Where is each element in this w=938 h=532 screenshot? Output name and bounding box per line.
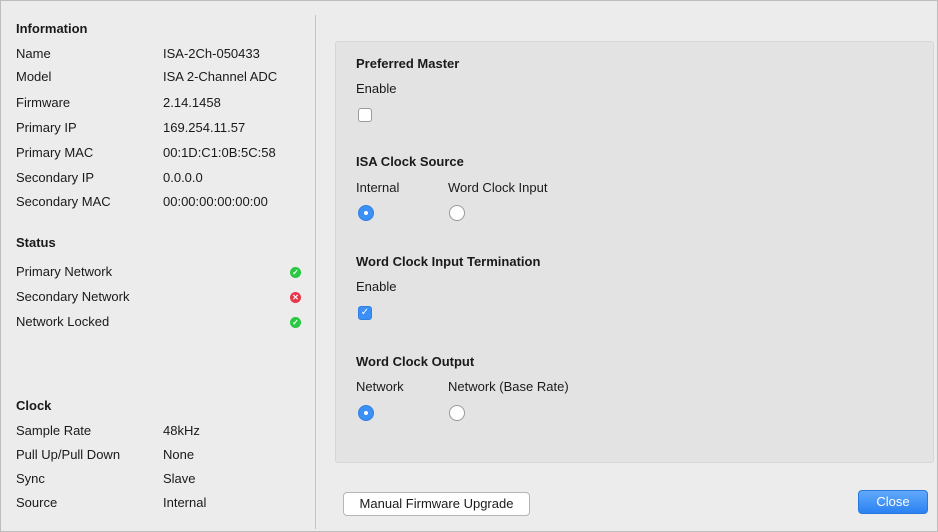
information-title: Information — [16, 21, 88, 36]
clock-label: Source — [16, 495, 58, 510]
clock-value: 48kHz — [163, 423, 200, 438]
termination-checkbox[interactable]: ✓ — [358, 306, 372, 320]
info-label: Firmware — [16, 95, 71, 110]
info-label: Secondary MAC — [16, 194, 111, 209]
clock-row-sync: Sync Slave — [16, 471, 306, 491]
clock-source-option-wordclock-label: Word Clock Input — [448, 180, 548, 195]
preferred-master-enable-label: Enable — [356, 81, 397, 96]
status-label: Network Locked — [16, 314, 110, 329]
clock-source-internal-radio[interactable] — [358, 205, 374, 221]
info-value: 00:1D:C1:0B:5C:58 — [163, 145, 276, 160]
clock-title: Clock — [16, 398, 52, 413]
status-ok-icon: ✓ — [290, 267, 301, 278]
word-clock-output-title: Word Clock Output — [356, 354, 475, 369]
info-row-primary-mac: Primary MAC 00:1D:C1:0B:5C:58 — [16, 145, 306, 165]
info-value: 00:00:00:00:00:00 — [163, 194, 268, 209]
info-label: Name — [16, 46, 51, 61]
word-clock-output-network-label: Network — [356, 379, 404, 394]
info-sidebar: Information Name ISA-2Ch-050433 Model IS… — [1, 1, 315, 531]
info-row-name: Name ISA-2Ch-050433 — [16, 46, 306, 66]
clock-label: Sample Rate — [16, 423, 92, 438]
clock-source-option-internal-label: Internal — [356, 180, 400, 195]
preferred-master-title: Preferred Master — [356, 56, 460, 71]
info-row-primary-ip: Primary IP 169.254.11.57 — [16, 120, 306, 140]
clock-value: Slave — [163, 471, 196, 486]
clock-source-title: ISA Clock Source — [356, 154, 464, 169]
status-label: Secondary Network — [16, 289, 130, 304]
preferred-master-checkbox[interactable] — [358, 108, 372, 122]
info-value: 169.254.11.57 — [163, 120, 246, 135]
status-row-primary-network: Primary Network ✓ — [16, 264, 306, 284]
termination-enable-label: Enable — [356, 279, 397, 294]
word-clock-output-base-rate-label: Network (Base Rate) — [448, 379, 569, 394]
clock-row-source: Source Internal — [16, 495, 306, 515]
status-row-network-locked: Network Locked ✓ — [16, 314, 306, 334]
info-label: Model — [16, 69, 52, 84]
status-row-secondary-network: Secondary Network ✕ — [16, 289, 306, 309]
info-row-secondary-mac: Secondary MAC 00:00:00:00:00:00 — [16, 194, 306, 214]
word-clock-output-network-radio[interactable] — [358, 405, 374, 421]
info-row-firmware: Firmware 2.14.1458 — [16, 95, 306, 115]
device-info-window: Information Name ISA-2Ch-050433 Model IS… — [0, 0, 938, 532]
info-row-secondary-ip: Secondary IP 0.0.0.0 — [16, 170, 306, 190]
status-title: Status — [16, 235, 56, 250]
info-label: Secondary IP — [16, 170, 95, 185]
status-label: Primary Network — [16, 264, 113, 279]
close-button[interactable]: Close — [858, 490, 928, 514]
status-error-icon: ✕ — [290, 292, 301, 303]
info-label: Primary IP — [16, 120, 77, 135]
clock-source-wordclock-radio[interactable] — [449, 205, 465, 221]
word-clock-output-base-rate-radio[interactable] — [449, 405, 465, 421]
clock-row-sample-rate: Sample Rate 48kHz — [16, 423, 306, 443]
vertical-divider — [315, 15, 316, 529]
termination-title: Word Clock Input Termination — [356, 254, 541, 269]
manual-firmware-upgrade-button[interactable]: Manual Firmware Upgrade — [343, 492, 530, 516]
status-ok-icon: ✓ — [290, 317, 301, 328]
clock-label: Sync — [16, 471, 45, 486]
info-row-model: Model ISA 2-Channel ADC — [16, 69, 306, 89]
clock-label: Pull Up/Pull Down — [16, 447, 121, 462]
clock-value: Internal — [163, 495, 207, 510]
info-value: 0.0.0.0 — [163, 170, 203, 185]
info-value: ISA 2-Channel ADC — [163, 69, 278, 84]
clock-row-pull: Pull Up/Pull Down None — [16, 447, 306, 467]
clock-value: None — [163, 447, 195, 462]
info-label: Primary MAC — [16, 145, 94, 160]
info-value: ISA-2Ch-050433 — [163, 46, 260, 61]
info-value: 2.14.1458 — [163, 95, 221, 110]
settings-panel: Preferred Master Enable ISA Clock Source… — [335, 41, 934, 463]
